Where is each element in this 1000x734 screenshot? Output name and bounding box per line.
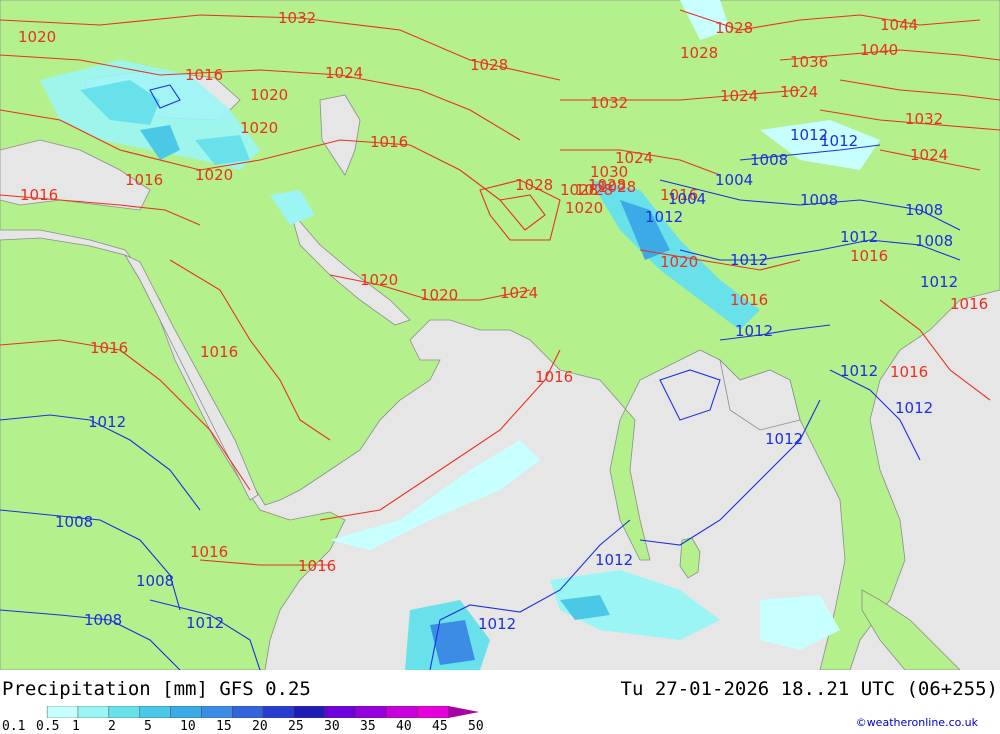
legend-swatch — [417, 706, 449, 718]
credit-link[interactable]: ©weatheronline.co.uk — [856, 716, 978, 729]
legend-tick-label: 2 — [108, 719, 116, 734]
isobar-label-low: 1012 — [478, 615, 516, 633]
isobar-label-high: 1040 — [860, 41, 898, 59]
precipitation-legend — [46, 706, 480, 718]
legend-swatch — [77, 706, 110, 718]
legend-tick-label: 10 — [180, 719, 196, 734]
isobar-label-high: 1024 — [910, 146, 948, 164]
legend-tick-label: 0.5 — [36, 719, 60, 734]
isobar-label-high: 1016 — [125, 171, 163, 189]
isobar-label-high: 1016 — [950, 295, 988, 313]
isobar-label-low: 1012 — [645, 208, 683, 226]
legend-swatch — [46, 706, 79, 718]
legend-swatch — [293, 706, 326, 718]
legend-swatch — [170, 706, 202, 718]
isobar-label-low: 1012 — [595, 551, 633, 569]
isobar-label-high: 1016 — [850, 247, 888, 265]
legend-swatch — [262, 706, 295, 718]
legend-swatch — [232, 706, 264, 718]
isobar-label-low: 1012 — [920, 273, 958, 291]
isobar-label-high: 1032 — [590, 94, 628, 112]
isobar-label-low: 1004 — [668, 190, 706, 208]
isobar-label-high: 1024 — [780, 83, 818, 101]
isobar-label-low: 1008 — [800, 191, 838, 209]
isobar-label-high: 1028 — [470, 56, 508, 74]
legend-swatch — [108, 706, 140, 718]
isobar-label-high: 1028 — [680, 44, 718, 62]
isobar-label-low: 1012 — [790, 126, 828, 144]
legend-tick-label: 30 — [324, 719, 340, 734]
legend-swatch — [201, 706, 233, 718]
legend-tick-label: 0.1 — [2, 719, 26, 734]
isobar-label-high: 1020 — [240, 119, 278, 137]
isobar-label-high: 1020 — [565, 199, 603, 217]
isobar-label-high: 1024 — [500, 284, 538, 302]
isobar-label-high: 1032 — [278, 9, 316, 27]
isobar-label-high: 1020 — [195, 166, 233, 184]
isobar-label-high: 1044 — [880, 16, 918, 34]
isobar-label-low: 1008 — [905, 201, 943, 219]
legend-swatch — [448, 706, 480, 718]
isobar-label-low: 1004 — [715, 171, 753, 189]
legend-tick-label: 15 — [216, 719, 232, 734]
isobar-label-low: 1012 — [186, 614, 224, 632]
isobar-label-low: 1008 — [55, 513, 93, 531]
legend-swatch — [355, 706, 387, 718]
legend-tick-label: 45 — [432, 719, 448, 734]
map-title: Precipitation [mm] GFS 0.25 — [2, 678, 311, 700]
legend-tick-label: 5 — [144, 719, 152, 734]
isobar-label-low: 1008 — [84, 611, 122, 629]
isobar-label-low: 1012 — [88, 413, 126, 431]
isobar-label-low: 1012 — [735, 322, 773, 340]
isobar-label-high: 1028 — [515, 176, 553, 194]
isobar-label-low: 1012 — [895, 399, 933, 417]
legend-tick-label: 35 — [360, 719, 376, 734]
legend-swatch — [139, 706, 171, 718]
isobar-label-high: 1016 — [370, 133, 408, 151]
legend-tick-label: 40 — [396, 719, 412, 734]
isobar-label-high: 1016 — [730, 291, 768, 309]
isobar-label-high: 1016 — [535, 368, 573, 386]
isobar-label-high: 1020 — [420, 286, 458, 304]
isobar-label-low: 1012 — [730, 251, 768, 269]
legend-tick-label: 25 — [288, 719, 304, 734]
isobar-label-high: 1016 — [298, 557, 336, 575]
isobar-label-high: 1016 — [890, 363, 928, 381]
isobar-label-high: 1028 — [588, 176, 626, 194]
legend-swatch — [386, 706, 418, 718]
isobar-label-low: 1012 — [840, 362, 878, 380]
weather-map: 1032 1020 1016 1024 1028 1020 1020 1016 1016 1020… — [0, 0, 1000, 670]
isobar-label-high: 1016 — [185, 66, 223, 84]
isobar-label-low: 1008 — [750, 151, 788, 169]
isobar-label-high: 1016 — [20, 186, 58, 204]
isobar-label-high: 1016 — [90, 339, 128, 357]
legend-tick-label: 1 — [72, 719, 80, 734]
isobar-label-high: 1032 — [905, 110, 943, 128]
isobar-label-high: 1020 — [360, 271, 398, 289]
isobar-label-high: 1024 — [325, 64, 363, 82]
legend-tick-label: 20 — [252, 719, 268, 734]
valid-time: Tu 27-01-2026 18..21 UTC (06+255) — [620, 678, 999, 700]
isobar-label-low: 1012 — [840, 228, 878, 246]
isobar-label-high: 1020 — [18, 28, 56, 46]
isobar-label-high: 1036 — [790, 53, 828, 71]
isobar-label-low: 1008 — [915, 232, 953, 250]
legend-swatch — [324, 706, 356, 718]
isobar-label-high: 1016 — [200, 343, 238, 361]
isobar-label-high: 1020 — [660, 253, 698, 271]
isobar-label-low: 1008 — [136, 572, 174, 590]
isobar-label-high: 1016 — [190, 543, 228, 561]
isobar-label-high: 1024 — [720, 87, 758, 105]
isobar-label-high: 1020 — [250, 86, 288, 104]
legend-tick-label: 50 — [468, 719, 484, 734]
isobar-label-low: 1012 — [765, 430, 803, 448]
isobar-label-high: 1028 — [715, 19, 753, 37]
